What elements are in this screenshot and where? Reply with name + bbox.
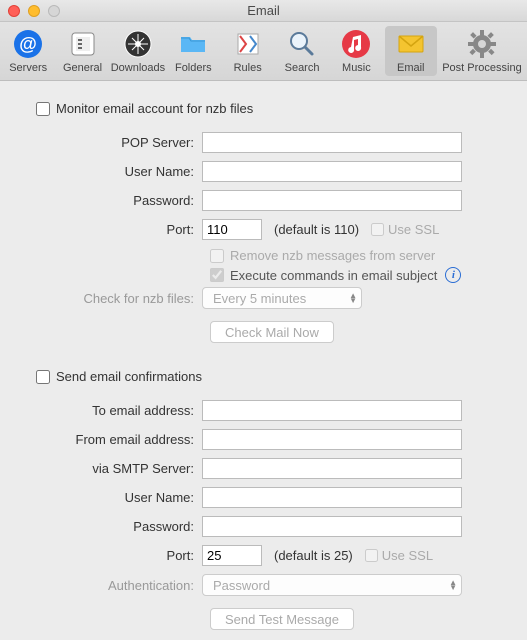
titlebar: Email xyxy=(0,0,527,22)
pop-server-label: POP Server: xyxy=(30,135,202,150)
send-confirm-row: Send email confirmations xyxy=(36,369,497,384)
rules-icon xyxy=(232,28,264,60)
from-email-input[interactable] xyxy=(202,429,462,450)
from-email-label: From email address: xyxy=(30,432,202,447)
check-interval-value: Every 5 minutes xyxy=(213,291,306,306)
toolbar-folders[interactable]: Folders xyxy=(167,26,219,76)
toolbar-label: Folders xyxy=(175,62,212,74)
content-pane: Monitor email account for nzb files POP … xyxy=(0,81,527,640)
monitor-email-label: Monitor email account for nzb files xyxy=(56,101,253,116)
toolbar-downloads[interactable]: Downloads xyxy=(111,26,165,76)
pop-user-label: User Name: xyxy=(30,164,202,179)
toolbar-general[interactable]: General xyxy=(56,26,108,76)
monitor-email-checkbox[interactable] xyxy=(36,102,50,116)
toolbar-label: Rules xyxy=(234,62,262,74)
toolbar-rules[interactable]: Rules xyxy=(222,26,274,76)
toolbar-label: Email xyxy=(397,62,425,74)
smtp-user-label: User Name: xyxy=(30,490,202,505)
toolbar-post-processing[interactable]: Post Processing xyxy=(439,26,525,76)
toolbar-servers[interactable]: @ Servers xyxy=(2,26,54,76)
remove-nzb-label: Remove nzb messages from server xyxy=(230,248,435,263)
gear-icon xyxy=(466,28,498,60)
check-interval-select[interactable]: Every 5 minutes ▲▼ xyxy=(202,287,362,309)
send-test-button[interactable]: Send Test Message xyxy=(210,608,354,630)
smtp-server-input[interactable] xyxy=(202,458,462,479)
smtp-server-label: via SMTP Server: xyxy=(30,461,202,476)
toolbar-label: Post Processing xyxy=(442,62,521,74)
pop-pass-input[interactable] xyxy=(202,190,462,211)
smtp-port-input[interactable] xyxy=(202,545,262,566)
toolbar-label: General xyxy=(63,62,102,74)
toolbar-label: Servers xyxy=(9,62,47,74)
monitor-email-row: Monitor email account for nzb files xyxy=(36,101,497,116)
to-email-input[interactable] xyxy=(202,400,462,421)
search-icon xyxy=(286,28,318,60)
servers-icon: @ xyxy=(12,28,44,60)
remove-nzb-row: Remove nzb messages from server xyxy=(210,248,497,263)
pop-port-label: Port: xyxy=(30,222,202,237)
check-mail-now-button[interactable]: Check Mail Now xyxy=(210,321,334,343)
auth-select[interactable]: Password ▲▼ xyxy=(202,574,462,596)
folders-icon xyxy=(177,28,209,60)
check-interval-label: Check for nzb files: xyxy=(30,291,202,306)
smtp-ssl-checkbox xyxy=(365,549,378,562)
svg-text:@: @ xyxy=(19,34,37,54)
pop-user-input[interactable] xyxy=(202,161,462,182)
auth-value: Password xyxy=(213,578,270,593)
toolbar-music[interactable]: Music xyxy=(330,26,382,76)
toolbar-label: Music xyxy=(342,62,371,74)
toolbar-email[interactable]: Email xyxy=(385,26,437,76)
send-confirm-checkbox[interactable] xyxy=(36,370,50,384)
to-email-label: To email address: xyxy=(30,403,202,418)
execute-cmd-checkbox xyxy=(210,268,224,282)
pop-ssl-checkbox xyxy=(371,223,384,236)
smtp-ssl-label: Use SSL xyxy=(382,548,433,563)
send-confirm-label: Send email confirmations xyxy=(56,369,202,384)
pop-port-hint: (default is 110) xyxy=(274,222,359,237)
smtp-user-input[interactable] xyxy=(202,487,462,508)
smtp-port-hint: (default is 25) xyxy=(274,548,353,563)
info-icon[interactable]: i xyxy=(445,267,461,283)
smtp-pass-input[interactable] xyxy=(202,516,462,537)
auth-label: Authentication: xyxy=(30,578,202,593)
downloads-icon xyxy=(122,28,154,60)
remove-nzb-checkbox xyxy=(210,249,224,263)
email-icon xyxy=(395,28,427,60)
pop-server-input[interactable] xyxy=(202,132,462,153)
window-title: Email xyxy=(0,3,527,18)
pop-port-input[interactable] xyxy=(202,219,262,240)
preferences-toolbar: @ Servers General Downloads Folders Rule… xyxy=(0,22,527,81)
execute-cmd-row: Execute commands in email subject i xyxy=(210,267,497,283)
pop-pass-label: Password: xyxy=(30,193,202,208)
toolbar-label: Search xyxy=(285,62,320,74)
general-icon xyxy=(67,28,99,60)
music-icon xyxy=(340,28,372,60)
pop-ssl-label: Use SSL xyxy=(388,222,439,237)
smtp-port-label: Port: xyxy=(30,548,202,563)
stepper-icon: ▲▼ xyxy=(349,293,357,303)
smtp-pass-label: Password: xyxy=(30,519,202,534)
toolbar-search[interactable]: Search xyxy=(276,26,328,76)
toolbar-label: Downloads xyxy=(111,62,165,74)
stepper-icon: ▲▼ xyxy=(449,580,457,590)
execute-cmd-label: Execute commands in email subject xyxy=(230,268,437,283)
